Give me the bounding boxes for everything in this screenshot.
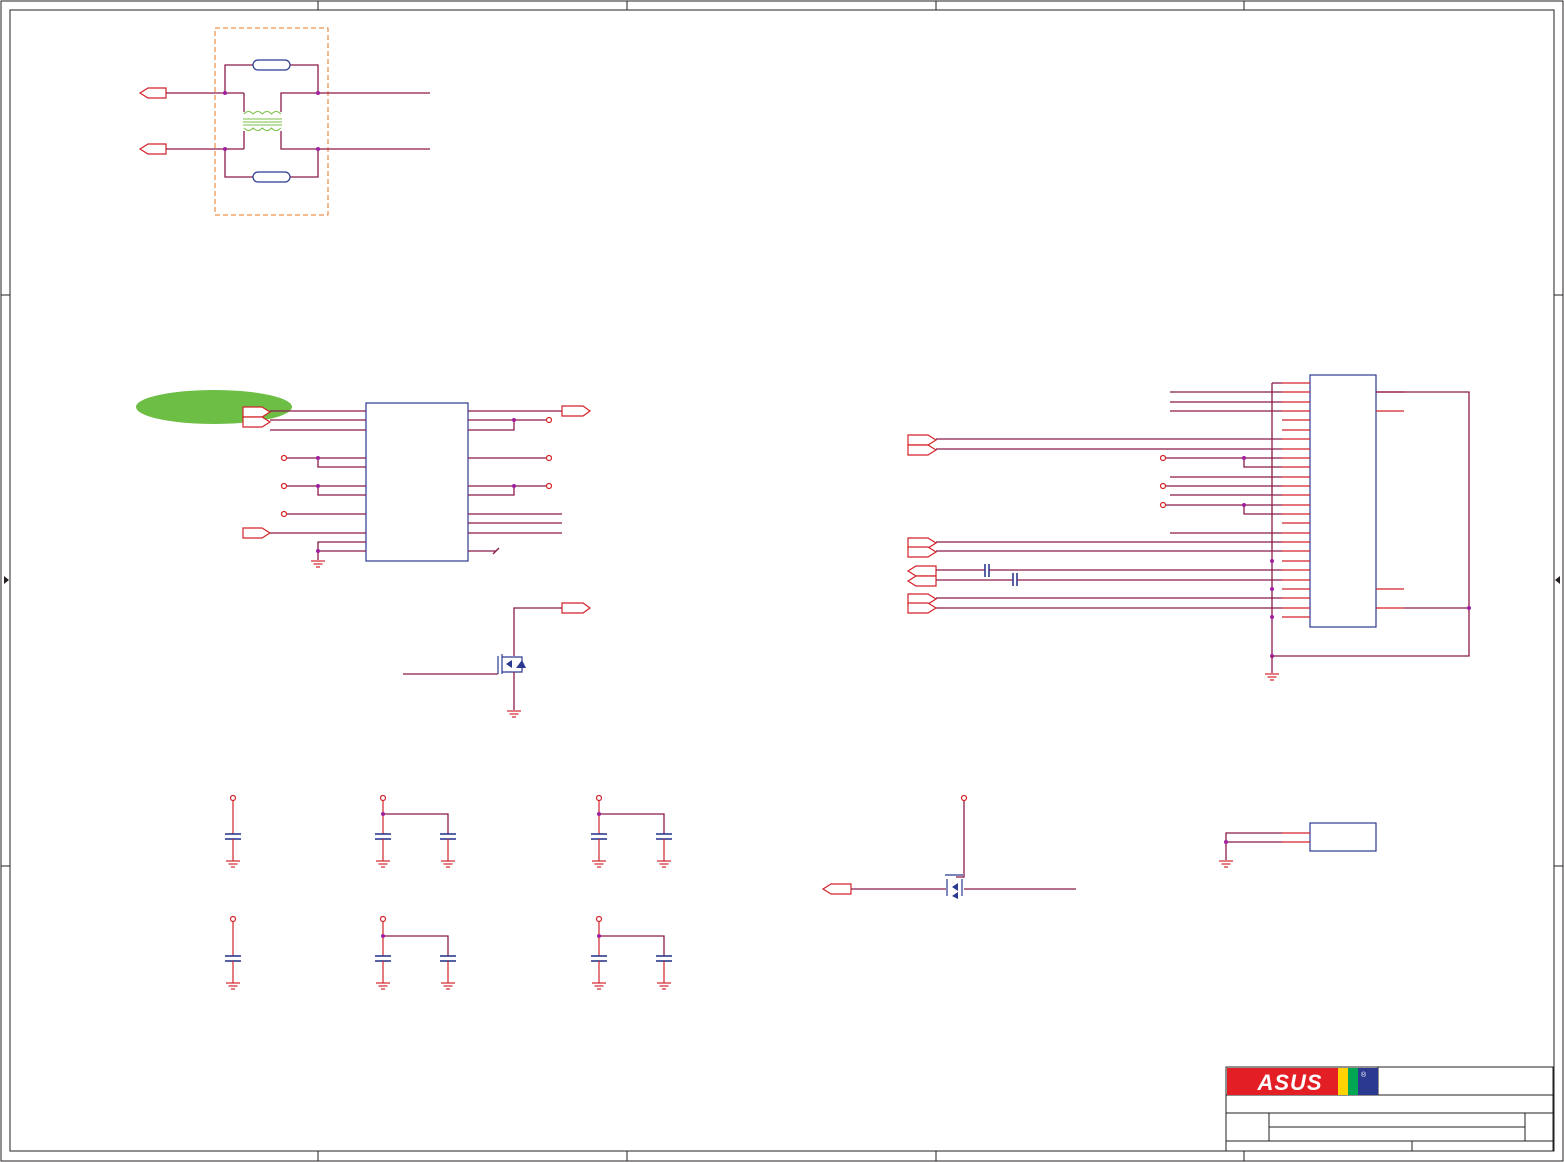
resistor-bottom <box>252 171 291 183</box>
asus-logo-text: ASUS <box>1256 1070 1322 1095</box>
sheet-border <box>0 0 1564 1162</box>
resistor-top <box>252 59 291 71</box>
port-in-n <box>138 143 167 155</box>
schematic-sheet: ASUS ® <box>0 0 1564 1162</box>
mosfet-bottom <box>821 794 1076 899</box>
ic-middle <box>242 402 592 568</box>
asus-logo: ASUS ® <box>1227 1068 1378 1095</box>
mosfet-middle <box>403 602 592 718</box>
connector-small <box>1219 822 1377 868</box>
decoupling-caps <box>225 794 672 990</box>
connector-right <box>906 374 1471 681</box>
transformer-icon <box>243 111 282 131</box>
port-in-p <box>138 87 167 99</box>
highlight-ellipse <box>136 390 292 424</box>
common-mode-choke <box>138 27 430 216</box>
registered-mark: ® <box>1361 1071 1367 1079</box>
